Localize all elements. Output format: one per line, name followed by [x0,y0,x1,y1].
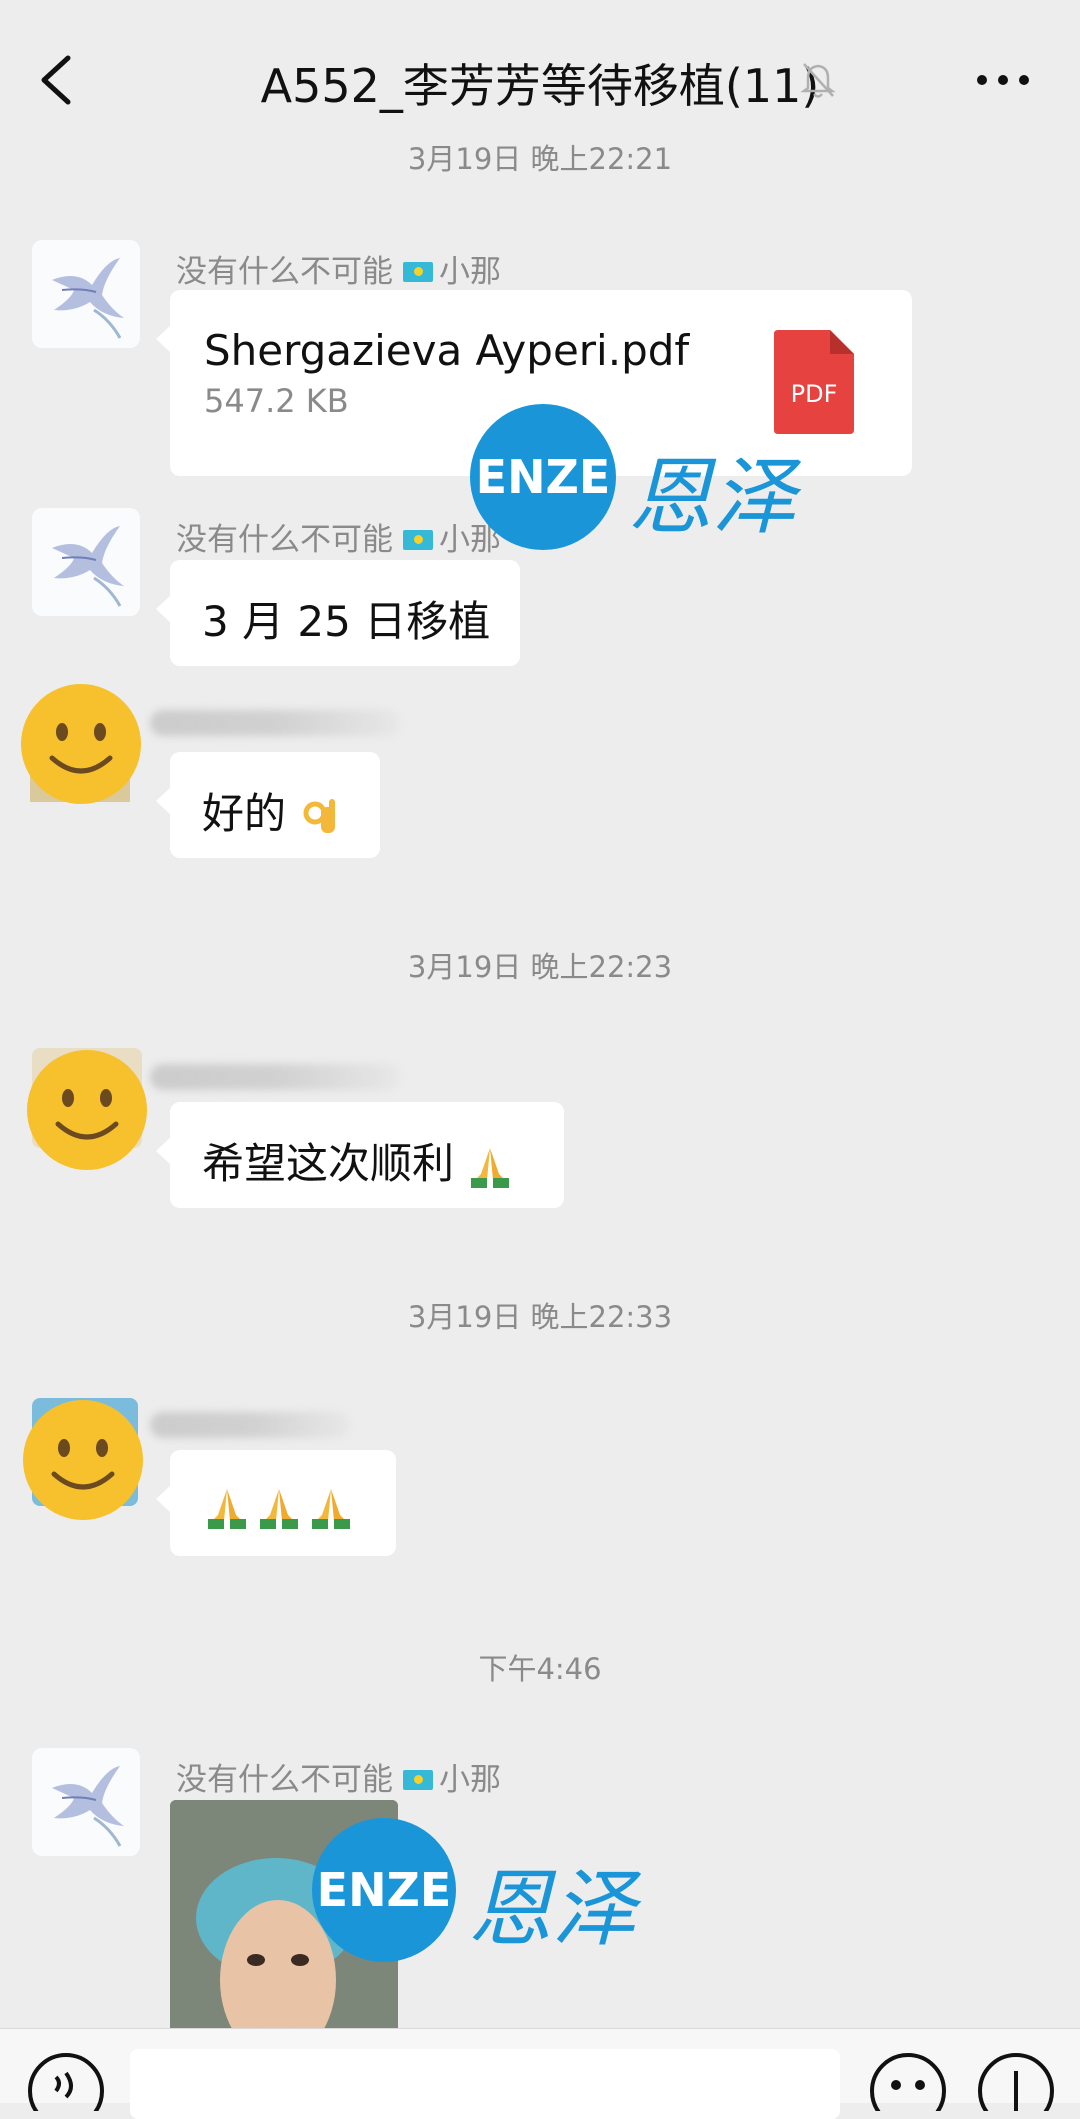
timestamp: 3月19日 晚上22:23 [407,950,673,984]
sender-name: 没有什么不可能 小那 [176,254,501,290]
timestamp: 下午4:46 [478,1652,602,1686]
sender-name-blurred [150,710,400,736]
sender-name-blurred [150,1064,400,1090]
timestamp: 3月19日 晚上22:33 [407,1300,673,1334]
avatar[interactable] [32,508,140,616]
timestamp: 3月19日 晚上22:21 [407,142,673,176]
message-emoji [202,1480,356,1531]
bell-off-icon [800,60,836,100]
watermark-logo: ENZE [312,1818,456,1962]
folded-hands-icon [260,1488,298,1529]
chat-title: A552_李芳芳等待移植(11) [260,59,820,113]
smiley-avatar-icon[interactable] [18,684,144,810]
text-message[interactable]: 希望这次顺利 [156,1102,564,1208]
file-size: 547.2 KB [204,382,349,420]
text-message[interactable]: 3 月 25 日移植 [156,560,520,666]
kazakhstan-flag-icon [403,1769,433,1790]
message-input[interactable] [130,2049,840,2119]
kazakhstan-flag-icon [403,261,433,282]
chat-header: A552_李芳芳等待移植(11) [0,0,1080,150]
message-text: 好的 [202,780,343,841]
emoji-icon[interactable] [868,2051,948,2111]
sender-name-blurred [150,1412,350,1438]
watermark-text: 恩泽 [628,448,797,546]
folded-hands-icon [471,1147,510,1188]
plus-icon[interactable] [976,2051,1056,2111]
smiley-avatar-icon[interactable] [24,1046,150,1172]
message-text: 希望这次顺利 [202,1130,513,1191]
text-message[interactable]: 好的 [156,752,380,858]
folded-hands-icon [312,1488,350,1529]
avatar[interactable] [32,1748,140,1856]
more-button[interactable] [970,60,1040,100]
message-text: 3 月 25 日移植 [202,597,491,646]
sender-name: 没有什么不可能 小那 [176,522,501,558]
emoji-message[interactable] [156,1450,396,1556]
file-name: Shergazieva Ayperi.pdf [204,326,690,375]
watermark-text: 恩泽 [468,1860,637,1958]
ok-hand-icon [303,798,336,833]
voice-icon[interactable] [26,2051,106,2111]
sender-name: 没有什么不可能 小那 [176,1762,501,1798]
smiley-avatar-icon[interactable] [20,1396,146,1522]
folded-hands-icon [208,1488,246,1529]
avatar[interactable] [32,240,140,348]
pdf-badge: PDF [790,380,838,408]
kazakhstan-flag-icon [403,529,433,550]
watermark-logo: ENZE [470,404,616,550]
more-icon [977,75,1029,85]
pdf-icon: PDF [774,330,854,434]
input-bar [0,2028,1080,2119]
